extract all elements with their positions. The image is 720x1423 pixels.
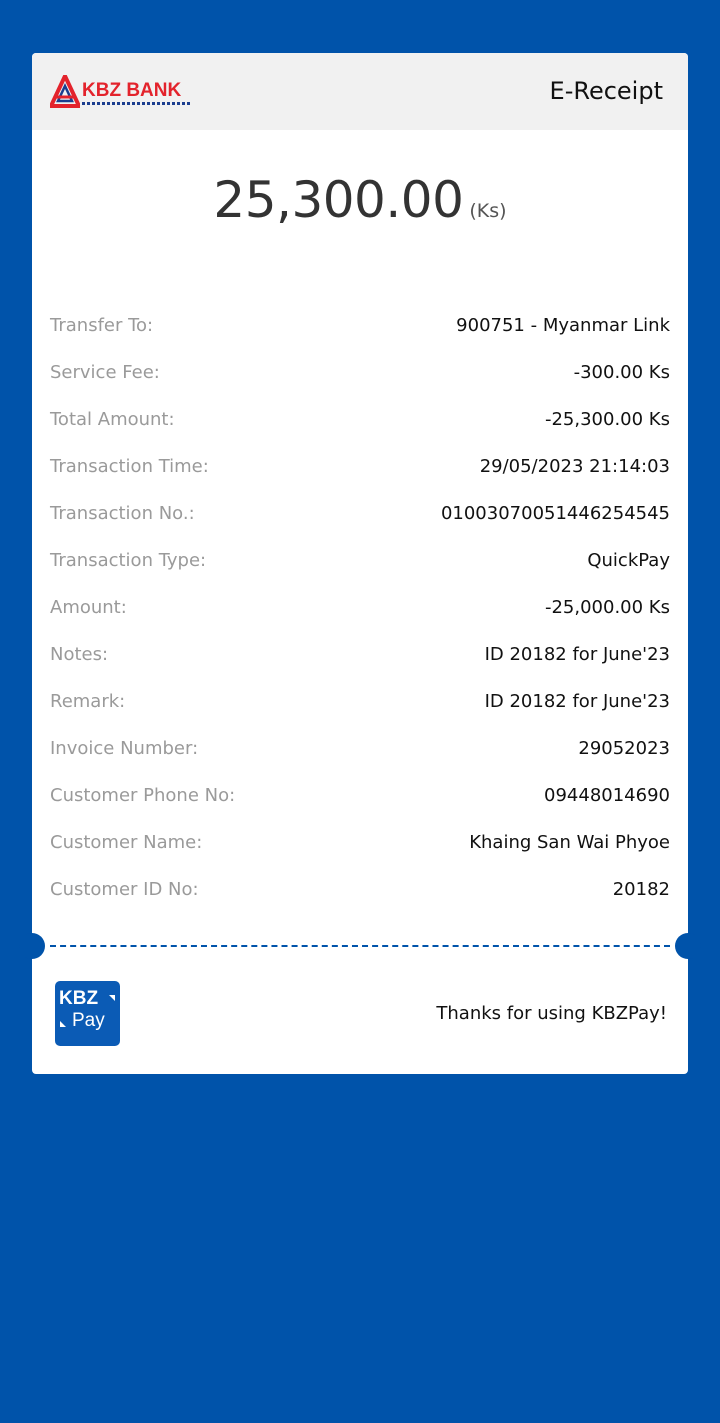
logo-corner-mark [60,1021,66,1027]
detail-row-total-amount: Total Amount: -25,300.00 Ks [50,396,670,443]
kbz-triangle-icon [50,75,80,108]
detail-value: 29/05/2023 21:14:03 [479,456,670,477]
detail-label: Transaction No.: [50,503,195,524]
detail-value: 09448014690 [544,785,670,806]
detail-label: Customer Name: [50,832,203,853]
detail-label: Transfer To: [50,315,154,336]
detail-row-invoice-number: Invoice Number: 29052023 [50,725,670,772]
detail-value: -25,000.00 Ks [544,597,670,618]
detail-row-customer-phone: Customer Phone No: 09448014690 [50,772,670,819]
receipt-card: KBZ BANK E-Receipt 25,300.00 (Ks) Transfe… [19,53,701,1074]
detail-label: Amount: [50,597,127,618]
receipt-header: KBZ BANK E-Receipt [32,53,688,130]
brand-tagline [82,102,190,105]
thanks-message: Thanks for using KBZPay! [436,1003,667,1024]
detail-value: -300.00 Ks [573,362,670,383]
logo-corner-mark [109,995,115,1001]
detail-label: Service Fee: [50,362,160,383]
detail-label: Customer Phone No: [50,785,236,806]
detail-row-service-fee: Service Fee: -300.00 Ks [50,349,670,396]
ticket-notch-right [675,933,701,959]
brand-name: KBZ BANK [82,80,182,101]
kbz-bank-logo: KBZ BANK [50,75,195,111]
detail-label: Total Amount: [50,409,175,430]
detail-value: QuickPay [587,550,670,571]
detail-label: Remark: [50,691,126,712]
detail-row-amount: Amount: -25,000.00 Ks [50,584,670,631]
kbzpay-logo-bottom: Pay [72,1010,105,1031]
ticket-notch-left [19,933,45,959]
detail-row-customer-name: Customer Name: Khaing San Wai Phyoe [50,819,670,866]
dashed-divider [50,945,670,947]
detail-value: 900751 - Myanmar Link [456,315,670,336]
total-amount-display: 25,300.00 (Ks) [32,171,688,229]
detail-value: 29052023 [578,738,670,759]
detail-value: Khaing San Wai Phyoe [469,832,670,853]
detail-label: Customer ID No: [50,879,199,900]
detail-row-transaction-time: Transaction Time: 29/05/2023 21:14:03 [50,443,670,490]
detail-label: Transaction Time: [50,456,209,477]
detail-value: 20182 [612,879,670,900]
detail-label: Invoice Number: [50,738,199,759]
detail-row-customer-id: Customer ID No: 20182 [50,866,670,913]
amount-unit: (Ks) [469,200,507,222]
detail-label: Transaction Type: [50,550,207,571]
amount-value: 25,300.00 [213,171,464,229]
detail-row-transfer-to: Transfer To: 900751 - Myanmar Link [50,302,670,349]
receipt-details: Transfer To: 900751 - Myanmar Link Servi… [50,302,670,913]
kbzpay-logo-top: KBZ [59,988,99,1009]
detail-value: -25,300.00 Ks [544,409,670,430]
page-title: E-Receipt [549,77,663,105]
detail-row-transaction-type: Transaction Type: QuickPay [50,537,670,584]
detail-row-remark: Remark: ID 20182 for June'23 [50,678,670,725]
kbzpay-logo: KBZ Pay [55,981,120,1046]
detail-value: ID 20182 for June'23 [484,691,670,712]
detail-value: ID 20182 for June'23 [484,644,670,665]
detail-value: 01003070051446254545 [440,503,670,524]
detail-row-transaction-no: Transaction No.: 01003070051446254545 [50,490,670,537]
detail-label: Notes: [50,644,109,665]
detail-row-notes: Notes: ID 20182 for June'23 [50,631,670,678]
